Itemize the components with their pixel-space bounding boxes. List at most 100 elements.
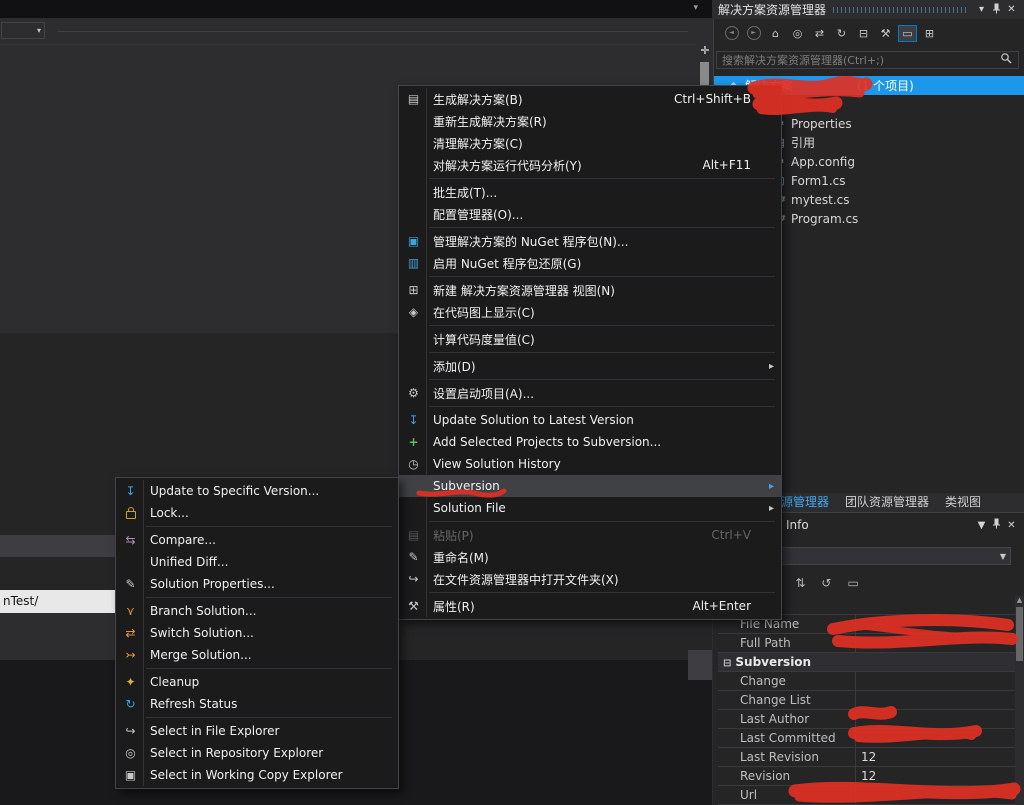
menu-item[interactable]: 重新生成解决方案(R) xyxy=(399,110,781,132)
menu-item[interactable]: ▤生成解决方案(B)Ctrl+Shift+B xyxy=(399,88,781,110)
menu-item[interactable]: ⇆Compare... xyxy=(116,529,398,551)
menu-item[interactable]: ⊞新建 解决方案资源管理器 视图(N) xyxy=(399,279,781,301)
menu-item[interactable]: Solution File▸ xyxy=(399,497,781,519)
new-view-icon[interactable]: ⊞ xyxy=(920,25,939,42)
menu-item-label: 添加(D) xyxy=(433,358,761,375)
menu-item[interactable]: 配置管理器(O)... xyxy=(399,203,781,225)
chevron-down-icon: ▼ xyxy=(1000,552,1006,561)
property-value[interactable] xyxy=(856,786,1016,804)
home-icon[interactable]: ⌂ xyxy=(766,25,785,42)
collapse-all-icon[interactable]: ⊟ xyxy=(854,25,873,42)
splitter-grip-icon[interactable]: ✛ xyxy=(698,44,712,58)
menu-item-label: 生成解决方案(B) xyxy=(433,91,646,108)
menu-item[interactable]: ⇄Switch Solution... xyxy=(116,622,398,644)
menu-separator xyxy=(146,668,392,669)
property-name: Change xyxy=(740,674,786,688)
window-position-chevron-icon[interactable]: ▼ xyxy=(974,520,989,531)
window-position-chevron-icon[interactable]: ▾ xyxy=(974,4,989,15)
property-value[interactable]: 12 xyxy=(856,767,1016,785)
menu-separator xyxy=(429,406,775,407)
tool-window-tab[interactable]: 类视图 xyxy=(937,493,989,512)
chevron-down-icon[interactable]: ▾ xyxy=(693,3,698,13)
comments-icon[interactable]: ▭ xyxy=(847,576,858,590)
select-in-file-explorer-icon: ↪ xyxy=(121,724,140,738)
property-row[interactable]: Revision 12 xyxy=(718,767,1016,786)
menu-item[interactable]: ◷View Solution History xyxy=(399,453,781,475)
tree-item-label: Form1.cs xyxy=(791,174,846,188)
property-row[interactable]: Last Committed xyxy=(718,729,1016,748)
property-name: Change List xyxy=(740,693,811,707)
menu-item[interactable]: ▤粘贴(P)Ctrl+V xyxy=(399,524,781,546)
menu-item[interactable]: Unified Diff... xyxy=(116,551,398,573)
menu-item-label: 重命名(M) xyxy=(433,549,761,566)
close-icon[interactable]: ✕ xyxy=(1004,4,1019,15)
menu-item[interactable]: ↧Update to Specific Version... xyxy=(116,480,398,502)
property-value[interactable] xyxy=(856,691,1016,709)
alphabetical-icon[interactable]: ⇅ xyxy=(795,576,805,590)
menu-item[interactable]: ✎Solution Properties... xyxy=(116,573,398,595)
tree-item-label: App.config xyxy=(791,155,855,169)
menu-item[interactable]: ⋎Branch Solution... xyxy=(116,600,398,622)
menu-item[interactable]: ↪Select in File Explorer xyxy=(116,720,398,742)
back-icon[interactable]: ◄ xyxy=(722,25,741,42)
menu-shortcut: Alt+Enter xyxy=(692,599,761,613)
property-name: Revision xyxy=(740,769,790,783)
property-row[interactable]: Url xyxy=(718,786,1016,805)
pin-icon[interactable] xyxy=(989,3,1004,17)
select-in-repository-explorer-icon: ◎ xyxy=(121,746,140,760)
menu-item[interactable]: ⚙设置启动项目(A)... xyxy=(399,382,781,404)
property-value[interactable]: 12 xyxy=(856,748,1016,766)
menu-item[interactable]: 清理解决方案(C) xyxy=(399,132,781,154)
pin-icon[interactable] xyxy=(989,518,1004,532)
sync-with-active-document-icon[interactable]: ⇄ xyxy=(810,25,829,42)
property-value[interactable] xyxy=(856,710,1016,728)
menu-item[interactable]: ↻Refresh Status xyxy=(116,693,398,715)
menu-item[interactable]: 计算代码度量值(C) xyxy=(399,328,781,350)
menu-item[interactable]: ↧Update Solution to Latest Version xyxy=(399,409,781,431)
history-icon[interactable]: ↺ xyxy=(821,576,831,590)
search-input[interactable]: 搜索解决方案资源管理器(Ctrl+;) xyxy=(716,51,1019,69)
menu-item[interactable]: ◈在代码图上显示(C) xyxy=(399,301,781,323)
property-row[interactable]: Full Path xyxy=(718,634,1016,653)
tool-window-tab[interactable]: 团队资源管理器 xyxy=(837,493,937,512)
scroll-up-icon[interactable]: ▲ xyxy=(1015,596,1024,604)
search-icon[interactable] xyxy=(1000,52,1013,68)
svn-update-icon: ↧ xyxy=(404,413,423,427)
menu-item[interactable]: 对解决方案运行代码分析(Y)Alt+F11 xyxy=(399,154,781,176)
property-row[interactable]: Change List xyxy=(718,691,1016,710)
property-row[interactable]: Last Author xyxy=(718,710,1016,729)
property-category-row[interactable]: ⊟Subversion xyxy=(718,653,1016,672)
close-icon[interactable]: ✕ xyxy=(1004,520,1019,531)
menu-item[interactable]: ▣Select in Working Copy Explorer xyxy=(116,764,398,786)
properties-scrollbar[interactable]: ▲ xyxy=(1015,596,1024,805)
menu-item[interactable]: 添加(D)▸ xyxy=(399,355,781,377)
scrollbar-thumb[interactable] xyxy=(1016,607,1023,661)
menu-item[interactable]: ↪在文件资源管理器中打开文件夹(X) xyxy=(399,568,781,590)
menu-item[interactable]: ▥启用 NuGet 程序包还原(G) xyxy=(399,252,781,274)
menu-item[interactable]: ⚒属性(R)Alt+Enter xyxy=(399,595,781,617)
menu-item[interactable]: Subversion▸ xyxy=(399,475,781,497)
property-value[interactable] xyxy=(856,634,1016,652)
toolbar-combobox[interactable]: ▾ xyxy=(1,22,45,39)
menu-item[interactable]: ✎重命名(M) xyxy=(399,546,781,568)
forward-icon[interactable]: ► xyxy=(744,25,763,42)
show-all-files-icon[interactable]: ▭ xyxy=(898,25,917,42)
drag-grip-dots[interactable] xyxy=(833,7,967,13)
menu-item[interactable]: +Add Selected Projects to Subversion... xyxy=(399,431,781,453)
property-value[interactable] xyxy=(856,729,1016,747)
menu-item[interactable]: 批生成(T)... xyxy=(399,181,781,203)
property-value[interactable] xyxy=(856,615,1016,633)
refresh-icon[interactable]: ↻ xyxy=(832,25,851,42)
property-value[interactable] xyxy=(856,672,1016,690)
scope-to-this-icon[interactable]: ◎ xyxy=(788,25,807,42)
menu-item[interactable]: ◎Select in Repository Explorer xyxy=(116,742,398,764)
menu-item[interactable]: ▣管理解决方案的 NuGet 程序包(N)... xyxy=(399,230,781,252)
properties-icon[interactable]: ⚒ xyxy=(876,25,895,42)
menu-item[interactable]: Lock... xyxy=(116,502,398,524)
property-row[interactable]: Change xyxy=(718,672,1016,691)
collapse-icon[interactable]: ⊟ xyxy=(723,658,731,669)
menu-item[interactable]: ↣Merge Solution... xyxy=(116,644,398,666)
menu-item[interactable]: ✦Cleanup xyxy=(116,671,398,693)
property-row[interactable]: Last Revision12 xyxy=(718,748,1016,767)
select-in-working-copy-explorer-icon: ▣ xyxy=(121,768,140,782)
